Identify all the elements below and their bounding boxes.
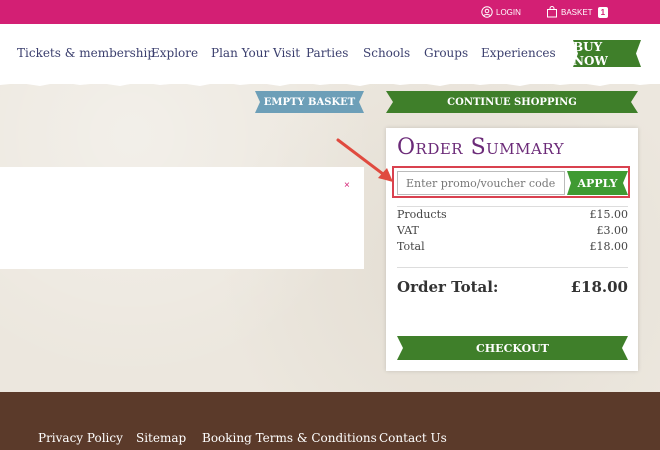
nav-item-plan-your-visit[interactable]: Plan Your Visit <box>211 46 300 60</box>
summary-row-value: £15.00 <box>589 208 629 221</box>
basket-count-badge: 1 <box>597 6 609 18</box>
order-total-value: £18.00 <box>570 278 628 296</box>
buy-now-label: BUY NOW <box>573 39 608 68</box>
summary-divider <box>397 206 628 207</box>
order-total-row: Order Total: £18.00 <box>397 278 628 298</box>
checkout-label: CHECKOUT <box>476 341 549 355</box>
apply-label: APPLY <box>577 176 618 190</box>
nav-item-schools[interactable]: Schools <box>363 46 410 60</box>
login-label: LOGIN <box>496 7 521 17</box>
summary-row-label: Products <box>397 208 447 221</box>
empty-basket-button[interactable]: EMPTY BASKET <box>255 91 364 113</box>
nav-item-parties[interactable]: Parties <box>306 46 348 60</box>
footer-link-privacy[interactable]: Privacy Policy <box>38 431 123 445</box>
empty-basket-label: EMPTY BASKET <box>263 96 356 108</box>
arrow-icon <box>336 138 393 182</box>
summary-row-value: £18.00 <box>589 240 629 253</box>
checkout-button[interactable]: CHECKOUT <box>397 336 628 360</box>
footer-link-contact[interactable]: Contact Us <box>379 431 447 445</box>
order-summary-title: Order Summary <box>397 135 565 160</box>
user-icon <box>481 6 493 18</box>
nav-item-experiences[interactable]: Experiences <box>481 46 556 60</box>
login-link[interactable]: LOGIN <box>481 5 521 19</box>
basket-label: BASKET <box>561 7 593 17</box>
promo-code-input[interactable] <box>397 171 565 195</box>
summary-divider <box>397 267 628 268</box>
basket-item-card <box>0 167 364 269</box>
order-total-label: Order Total: <box>397 278 499 296</box>
nav-torn-edge <box>0 80 660 86</box>
basket-link[interactable]: BASKET 1 <box>546 5 609 19</box>
summary-row-label: VAT <box>397 224 419 237</box>
buy-now-button[interactable]: BUY NOW <box>573 39 641 68</box>
nav-item-groups[interactable]: Groups <box>424 46 468 60</box>
summary-row-vat: VAT £3.00 <box>397 224 628 238</box>
continue-shopping-button[interactable]: CONTINUE SHOPPING <box>386 91 638 113</box>
summary-row-total: Total £18.00 <box>397 240 628 254</box>
nav-item-tickets[interactable]: Tickets & membership <box>17 46 155 60</box>
continue-shopping-label: CONTINUE SHOPPING <box>447 96 577 108</box>
summary-row-products: Products £15.00 <box>397 208 628 222</box>
apply-button[interactable]: APPLY <box>567 171 628 195</box>
summary-row-value: £3.00 <box>596 224 629 237</box>
nav-item-explore[interactable]: Explore <box>151 46 198 60</box>
footer-link-sitemap[interactable]: Sitemap <box>136 431 186 445</box>
bag-icon <box>546 6 558 18</box>
footer-link-booking-terms[interactable]: Booking Terms & Conditions <box>202 431 377 445</box>
summary-row-label: Total <box>397 240 425 253</box>
